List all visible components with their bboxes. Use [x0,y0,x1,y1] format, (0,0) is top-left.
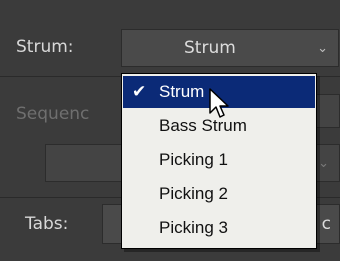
mouse-pointer-icon [209,88,229,118]
chevron-down-icon: ⌄ [318,155,329,171]
settings-panel: Strum: Strum ⌄ Sequenc ⌄ Tabs: c ✔ Strum B… [0,0,340,261]
dropdown-option[interactable]: Picking 1 [123,144,315,176]
dropdown-option-label: Bass Strum [159,116,247,135]
dropdown-option[interactable]: Picking 2 [123,178,315,210]
dropdown-option[interactable]: Picking 3 [123,212,315,244]
sequence-label: Sequenc [16,104,90,124]
tabs-select-value: c [321,214,331,234]
strum-select[interactable]: Strum ⌄ [121,29,339,67]
strum-select-value: Strum [184,38,236,58]
tabs-label: Tabs: [25,214,69,234]
dropdown-option-label: Picking 3 [159,218,228,237]
dropdown-option-label: Picking 2 [159,184,228,203]
checkmark-icon: ✔ [132,82,147,101]
dropdown-option-label: Picking 1 [159,150,228,169]
chevron-down-icon: ⌄ [317,40,328,56]
strum-label: Strum: [16,37,74,57]
dropdown-option-label: Strum [159,82,205,101]
